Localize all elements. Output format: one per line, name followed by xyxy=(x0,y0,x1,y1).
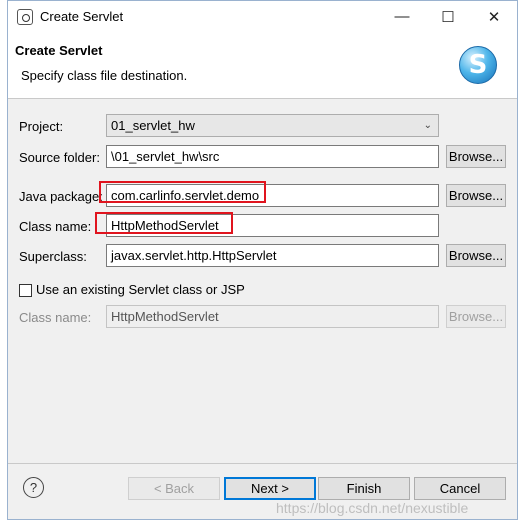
superclass-input[interactable]: javax.servlet.http.HttpServlet xyxy=(106,244,439,267)
back-button: < Back xyxy=(128,477,220,500)
project-select[interactable]: 01_servlet_hw ⌄ xyxy=(106,114,439,137)
class-name-label: Class name: xyxy=(19,219,92,234)
wizard-title: Create Servlet xyxy=(15,43,103,58)
next-button[interactable]: Next > xyxy=(224,477,316,500)
help-icon[interactable]: ? xyxy=(23,477,44,498)
existing-class-name-input: HttpMethodServlet xyxy=(106,305,439,328)
background-editor-right xyxy=(517,40,525,524)
use-existing-checkbox[interactable] xyxy=(19,284,32,297)
superclass-label: Superclass: xyxy=(19,249,87,264)
wizard-subtitle: Specify class file destination. xyxy=(21,68,188,83)
watermark-text: https://blog.csdn.net/nexustible xyxy=(276,500,469,516)
eclipse-icon xyxy=(17,9,33,25)
project-select-value: 01_servlet_hw xyxy=(111,118,195,133)
java-package-label: Java package: xyxy=(19,189,103,204)
superclass-browse-button[interactable]: Browse... xyxy=(446,244,506,267)
source-folder-input[interactable]: \01_servlet_hw\src xyxy=(106,145,439,168)
cancel-button[interactable]: Cancel xyxy=(414,477,506,500)
servlet-wizard-logo-icon: S xyxy=(459,46,497,84)
maximize-button[interactable]: ☐ xyxy=(425,1,471,32)
footer-separator xyxy=(8,463,517,464)
create-servlet-dialog: Create Servlet — ☐ ✕ Create Servlet Spec… xyxy=(7,0,518,520)
class-name-highlight xyxy=(95,212,233,234)
finish-button[interactable]: Finish xyxy=(318,477,410,500)
project-label: Project: xyxy=(19,119,64,134)
chevron-down-icon: ⌄ xyxy=(423,120,432,131)
source-folder-browse-button[interactable]: Browse... xyxy=(446,145,506,168)
window-title: Create Servlet xyxy=(40,9,124,24)
existing-class-browse-button: Browse... xyxy=(446,305,506,328)
close-button[interactable]: ✕ xyxy=(471,1,517,32)
source-folder-label: Source folder: xyxy=(19,150,100,165)
minimize-button[interactable]: — xyxy=(379,1,425,32)
java-package-browse-button[interactable]: Browse... xyxy=(446,184,506,207)
title-bar: Create Servlet — ☐ ✕ xyxy=(8,1,517,32)
existing-class-name-label: Class name: xyxy=(19,310,92,325)
java-package-highlight xyxy=(99,181,266,203)
wizard-header: Create Servlet Specify class file destin… xyxy=(8,32,517,99)
use-existing-label: Use an existing Servlet class or JSP xyxy=(36,282,245,297)
